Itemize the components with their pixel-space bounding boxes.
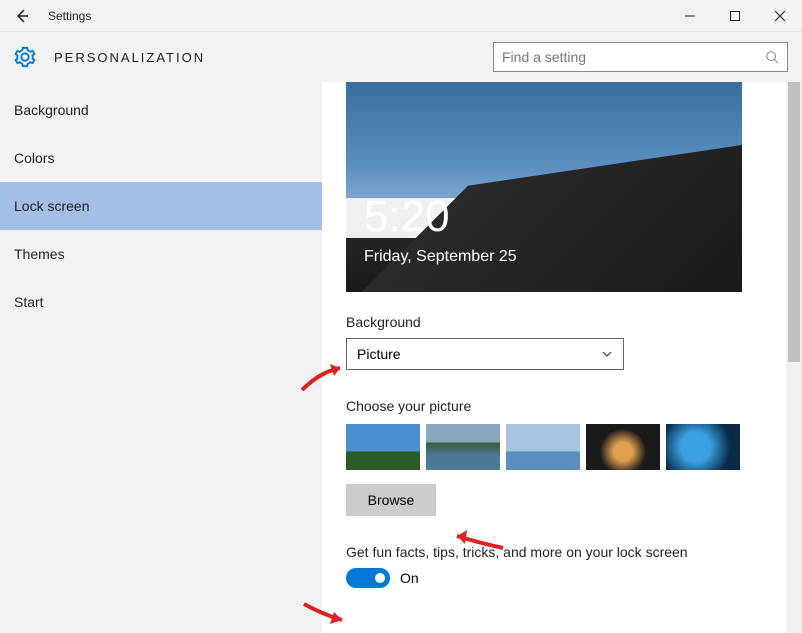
fun-facts-label: Get fun facts, tips, tricks, and more on… [346, 544, 802, 560]
sidebar-item-label: Colors [14, 150, 54, 166]
page-title: PERSONALIZATION [54, 50, 493, 65]
maximize-icon [730, 11, 740, 21]
picture-thumb-5[interactable] [666, 424, 740, 470]
maximize-button[interactable] [712, 0, 757, 32]
minimize-button[interactable] [667, 0, 712, 32]
picture-thumb-2[interactable] [426, 424, 500, 470]
chevron-down-icon [601, 348, 613, 360]
search-icon [765, 50, 779, 64]
close-button[interactable] [757, 0, 802, 32]
picture-thumbnails [346, 424, 802, 470]
dropdown-selected: Picture [357, 346, 601, 362]
scrollbar-thumb[interactable] [788, 82, 800, 362]
picture-thumb-4[interactable] [586, 424, 660, 470]
sidebar-item-label: Themes [14, 246, 65, 262]
fun-facts-toggle[interactable] [346, 568, 390, 588]
titlebar: Settings [0, 0, 802, 32]
close-icon [775, 11, 785, 21]
fun-facts-state: On [400, 570, 419, 586]
sidebar-item-label: Background [14, 102, 89, 118]
browse-button[interactable]: Browse [346, 484, 436, 516]
picture-thumb-3[interactable] [506, 424, 580, 470]
minimize-icon [685, 11, 695, 21]
search-input[interactable] [502, 49, 765, 65]
background-dropdown[interactable]: Picture [346, 338, 624, 370]
content-area: 5:20 Friday, September 25 Background Pic… [322, 82, 802, 633]
sidebar-item-lock-screen[interactable]: Lock screen [0, 182, 322, 230]
window-title: Settings [48, 9, 667, 23]
sidebar-item-background[interactable]: Background [0, 86, 322, 134]
choose-picture-label: Choose your picture [346, 398, 802, 414]
sidebar-item-colors[interactable]: Colors [0, 134, 322, 182]
sidebar: Background Colors Lock screen Themes Sta… [0, 82, 322, 633]
back-button[interactable] [0, 0, 44, 32]
lock-screen-preview: 5:20 Friday, September 25 [346, 82, 742, 292]
scrollbar[interactable] [786, 82, 802, 633]
search-box[interactable] [493, 42, 788, 72]
sidebar-item-themes[interactable]: Themes [0, 230, 322, 278]
background-label: Background [346, 314, 802, 330]
gear-icon [14, 46, 36, 68]
header: PERSONALIZATION [0, 32, 802, 82]
sidebar-item-start[interactable]: Start [0, 278, 322, 326]
sidebar-item-label: Lock screen [14, 198, 89, 214]
preview-time: 5:20 [364, 192, 450, 242]
sidebar-item-label: Start [14, 294, 44, 310]
arrow-left-icon [14, 8, 30, 24]
picture-thumb-1[interactable] [346, 424, 420, 470]
preview-date: Friday, September 25 [364, 248, 517, 266]
